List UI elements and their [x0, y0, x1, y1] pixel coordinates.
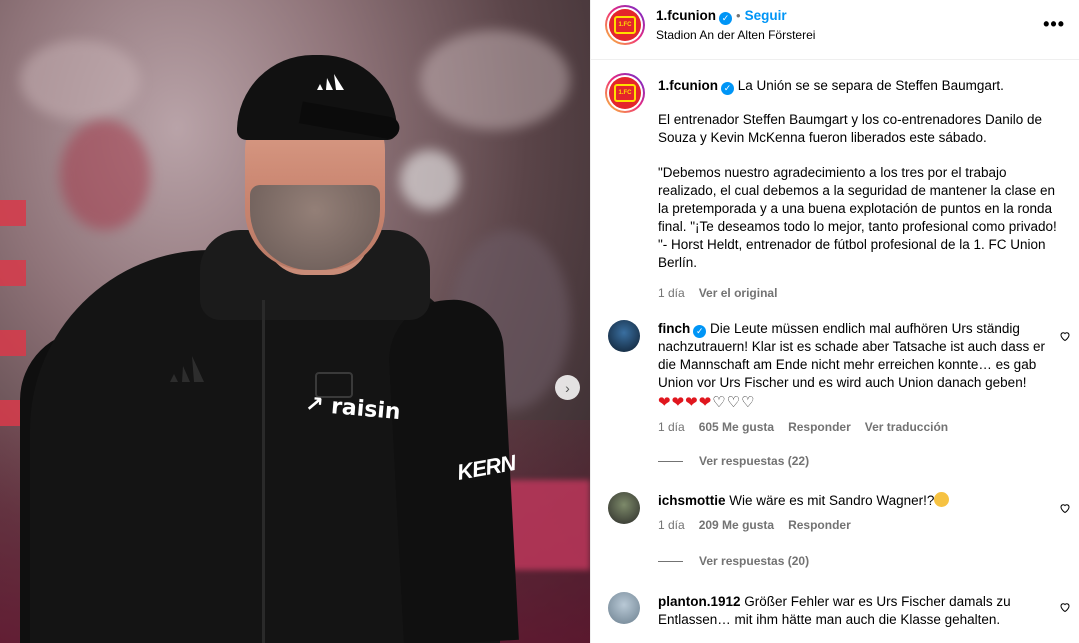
comment-text: Die Leute müssen endlich mal aufhören Ur… [658, 321, 1045, 390]
comment-time: 1 día [658, 420, 685, 434]
comment-finch: finch ✓ Die Leute müssen endlich mal aufh… [658, 320, 1058, 436]
union-crest-icon: 1.FC [613, 16, 637, 34]
next-image-button[interactable]: › [555, 375, 580, 400]
like-comment-heart-icon[interactable] [1059, 330, 1071, 342]
comment-likes[interactable]: 605 Me gusta [699, 420, 774, 434]
heart-emojis: ❤❤❤❤♡♡♡ [658, 394, 756, 411]
union-crest-icon: 1.FC [613, 84, 637, 102]
comment-username[interactable]: ichsmottie [658, 493, 726, 508]
caption-headline: La Unión se se separa de Steffen Baumgar… [737, 78, 1004, 93]
caption-avatar[interactable]: 1.FC [605, 73, 645, 113]
post-details-panel: 1.FC 1.fcunion ✓ • Seguir Stadion An der Al… [590, 0, 1079, 643]
more-options-icon[interactable]: ••• [1043, 14, 1065, 35]
caption-meta: 1 día Ver el original [658, 284, 1063, 302]
caption-paragraph-2: "Debemos nuestro agradecimiento a los tr… [658, 165, 1057, 270]
thinking-emoji-icon [934, 492, 950, 507]
follow-button[interactable]: Seguir [745, 8, 787, 23]
comment-avatar-ichsmottie[interactable] [608, 492, 640, 524]
separator-dot: • [736, 8, 741, 23]
post-image[interactable]: ↗ raisin KERN › [0, 0, 590, 643]
profile-avatar[interactable]: 1.FC [605, 5, 645, 45]
verified-badge-icon: ✓ [693, 325, 707, 338]
comment-text: Wie wäre es mit Sandro Wagner!? [729, 493, 935, 508]
comment-username[interactable]: planton.1912 [658, 594, 741, 609]
adidas-chest-logo-icon [168, 352, 208, 384]
translate-button[interactable]: Ver traducción [865, 420, 948, 434]
comments-scroll-area[interactable]: 1.FC 1.fcunion ✓ La Unión se se separa de… [591, 61, 1079, 643]
header-username[interactable]: 1.fcunion [656, 8, 716, 23]
caption-time: 1 día [658, 286, 685, 300]
comment-likes[interactable]: 209 Me gusta [699, 518, 774, 532]
comment-time: 1 día [658, 518, 685, 532]
verified-badge-icon: ✓ [721, 82, 734, 95]
post-caption: 1.fcunion ✓ La Unión se se separa de Stef… [658, 77, 1063, 302]
verified-badge-icon: ✓ [719, 12, 732, 25]
reply-button[interactable]: Responder [788, 518, 851, 532]
chevron-right-icon: › [565, 379, 570, 396]
reply-button[interactable]: Responder [788, 420, 851, 434]
comment-meta: 1 día 209 Me gusta Responder [658, 516, 1058, 534]
like-comment-heart-icon[interactable] [1059, 601, 1071, 613]
comment-ichsmottie: ichsmottie Wie wäre es mit Sandro Wagner… [658, 492, 1058, 534]
comment-avatar-planton[interactable] [608, 592, 640, 624]
caption-username[interactable]: 1.fcunion [658, 78, 718, 93]
caption-paragraph-1: El entrenador Steffen Baumgart y los co-… [658, 112, 1042, 145]
location-link[interactable]: Stadion An der Alten Försterei [656, 28, 815, 42]
see-original-link[interactable]: Ver el original [699, 286, 778, 300]
adidas-logo-icon [315, 72, 349, 97]
comment-username[interactable]: finch [658, 321, 690, 336]
like-comment-heart-icon[interactable] [1059, 502, 1071, 514]
view-replies-ichsmottie[interactable]: Ver respuestas (20) [658, 554, 809, 568]
post-header: 1.FC 1.fcunion ✓ • Seguir Stadion An der Al… [591, 0, 1079, 60]
view-replies-finch[interactable]: Ver respuestas (22) [658, 454, 809, 468]
comment-planton: planton.1912 Größer Fehler war es Urs Fi… [658, 593, 1058, 629]
comment-meta: 1 día 605 Me gusta Responder Ver traducción [658, 418, 1058, 436]
comment-avatar-finch[interactable] [608, 320, 640, 352]
